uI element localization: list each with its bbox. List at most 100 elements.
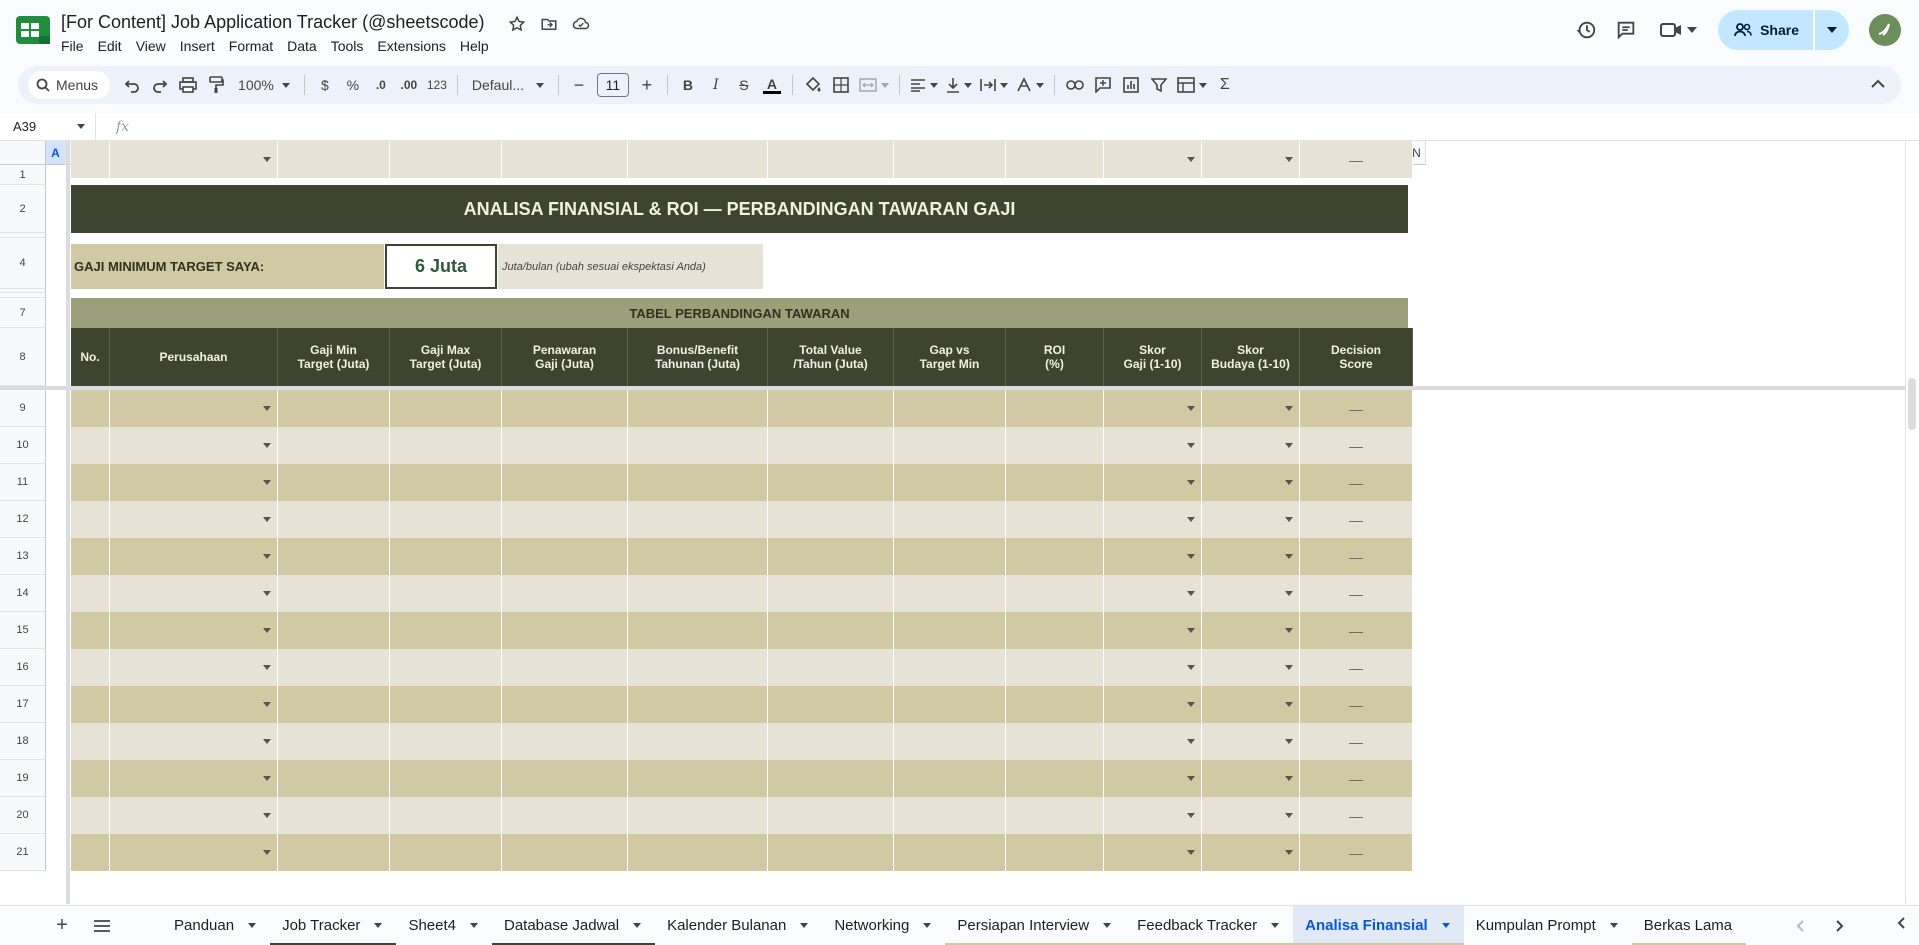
row-header-15[interactable]: 15 xyxy=(0,612,46,649)
table-cell[interactable] xyxy=(71,760,110,797)
decision-score-cell[interactable]: — xyxy=(1300,501,1413,538)
sheet-tab[interactable]: Berkas Lama xyxy=(1631,906,1747,945)
version-history-icon[interactable] xyxy=(1566,10,1606,50)
table-cell[interactable] xyxy=(110,686,278,723)
cell-dropdown-icon[interactable] xyxy=(1187,813,1195,818)
sheet-tab[interactable]: Kalender Bulanan xyxy=(655,906,822,945)
all-sheets-icon[interactable] xyxy=(82,906,122,945)
target-salary-label[interactable]: GAJI MINIMUM TARGET SAYA: xyxy=(71,244,384,289)
table-cell[interactable] xyxy=(768,834,894,871)
row-header-8[interactable]: 8 xyxy=(0,328,46,386)
table-cell[interactable] xyxy=(502,686,628,723)
table-cell[interactable] xyxy=(1202,723,1300,760)
table-cell[interactable] xyxy=(390,427,502,464)
increase-font-size-button[interactable]: + xyxy=(633,71,661,99)
table-cell[interactable] xyxy=(1104,649,1202,686)
cell-dropdown-icon[interactable] xyxy=(1285,739,1293,744)
table-cell[interactable] xyxy=(278,538,390,575)
table-cell[interactable] xyxy=(894,538,1006,575)
table-cell[interactable] xyxy=(628,760,768,797)
table-cell[interactable] xyxy=(628,538,768,575)
decision-score-cell[interactable]: — xyxy=(1300,464,1413,501)
vertical-scroll-thumb[interactable] xyxy=(1908,378,1916,430)
cell-dropdown-icon[interactable] xyxy=(1285,813,1293,818)
cell-dropdown-icon[interactable] xyxy=(1285,554,1293,559)
table-cell[interactable] xyxy=(110,141,278,178)
sheet-tab[interactable]: Persiapan Interview xyxy=(945,906,1126,945)
menu-edit[interactable]: Edit xyxy=(91,36,129,56)
table-cell[interactable] xyxy=(278,141,390,178)
target-salary-value[interactable]: 6 Juta xyxy=(385,244,497,289)
table-header-cell[interactable]: Gaji Max Target (Juta) xyxy=(390,328,502,386)
table-cell[interactable] xyxy=(502,427,628,464)
print-icon[interactable] xyxy=(174,71,202,99)
row-header-2[interactable]: 2 xyxy=(0,185,46,233)
table-cell[interactable] xyxy=(628,834,768,871)
table-cell[interactable] xyxy=(390,464,502,501)
text-wrapping-icon[interactable] xyxy=(976,71,1012,99)
decision-score-cell[interactable]: — xyxy=(1300,686,1413,723)
table-cell[interactable] xyxy=(1202,649,1300,686)
cell-dropdown-icon[interactable] xyxy=(1187,443,1195,448)
table-cell[interactable] xyxy=(110,649,278,686)
table-cell[interactable] xyxy=(110,575,278,612)
fill-color-icon[interactable] xyxy=(799,71,827,99)
table-cell[interactable] xyxy=(390,390,502,427)
sheet-tab[interactable]: Database Jadwal xyxy=(491,906,656,945)
decision-score-cell[interactable]: — xyxy=(1300,723,1413,760)
table-header-cell[interactable]: Penawaran Gaji (Juta) xyxy=(502,328,628,386)
decision-score-cell[interactable]: — xyxy=(1300,760,1413,797)
sheet-tab[interactable]: Networking xyxy=(822,906,945,945)
increase-decimal-button[interactable]: .00 xyxy=(395,71,423,99)
chevron-down-icon[interactable] xyxy=(248,923,257,928)
font-size-input[interactable]: 11 xyxy=(596,73,629,97)
cell-dropdown-icon[interactable] xyxy=(1285,157,1293,162)
table-cell[interactable] xyxy=(1006,501,1104,538)
table-cell[interactable] xyxy=(894,686,1006,723)
table-cell[interactable] xyxy=(628,501,768,538)
table-cell[interactable] xyxy=(1202,538,1300,575)
sheet-tab[interactable]: Kumpulan Prompt xyxy=(1464,906,1632,945)
table-cell[interactable] xyxy=(1202,501,1300,538)
cell-dropdown-icon[interactable] xyxy=(1187,406,1195,411)
table-cell[interactable] xyxy=(1006,390,1104,427)
table-cell[interactable] xyxy=(278,649,390,686)
cell-dropdown-icon[interactable] xyxy=(1187,665,1195,670)
cell-dropdown-icon[interactable] xyxy=(1187,739,1195,744)
spreadsheet-grid[interactable]: ABCDEFGHIJKLMN 1247891011121314151617181… xyxy=(0,141,1919,904)
table-cell[interactable] xyxy=(71,538,110,575)
menu-help[interactable]: Help xyxy=(453,36,496,56)
menu-format[interactable]: Format xyxy=(222,36,280,56)
cell-dropdown-icon[interactable] xyxy=(1187,517,1195,522)
add-sheet-button[interactable]: + xyxy=(42,906,82,945)
select-all-corner[interactable] xyxy=(0,141,46,165)
table-cell[interactable] xyxy=(1104,797,1202,834)
column-header-a[interactable]: A xyxy=(46,141,66,165)
row-header-16[interactable]: 16 xyxy=(0,649,46,686)
cell-dropdown-icon[interactable] xyxy=(1187,591,1195,596)
table-header-cell[interactable]: Gaji Min Target (Juta) xyxy=(278,328,390,386)
name-box[interactable]: A39 xyxy=(0,112,96,141)
cell-dropdown-icon[interactable] xyxy=(263,443,271,448)
decision-score-cell[interactable]: — xyxy=(1300,575,1413,612)
decision-score-cell[interactable]: — xyxy=(1300,427,1413,464)
menu-data[interactable]: Data xyxy=(280,36,324,56)
chevron-down-icon[interactable] xyxy=(1271,923,1280,928)
table-cell[interactable] xyxy=(278,612,390,649)
table-cell[interactable] xyxy=(768,649,894,686)
table-cell[interactable] xyxy=(502,797,628,834)
table-cell[interactable] xyxy=(768,686,894,723)
row-header-14[interactable]: 14 xyxy=(0,575,46,612)
chevron-right-icon[interactable] xyxy=(1826,912,1854,940)
cell-dropdown-icon[interactable] xyxy=(263,813,271,818)
borders-icon[interactable] xyxy=(827,71,855,99)
cell-dropdown-icon[interactable] xyxy=(1187,628,1195,633)
table-cell[interactable] xyxy=(894,390,1006,427)
sheet-tab[interactable]: Sheet4 xyxy=(396,906,492,945)
row-header-20[interactable]: 20 xyxy=(0,797,46,834)
table-cell[interactable] xyxy=(1006,427,1104,464)
table-cell[interactable] xyxy=(1202,797,1300,834)
table-cell[interactable] xyxy=(628,464,768,501)
table-cell[interactable] xyxy=(768,760,894,797)
table-cell[interactable] xyxy=(390,649,502,686)
